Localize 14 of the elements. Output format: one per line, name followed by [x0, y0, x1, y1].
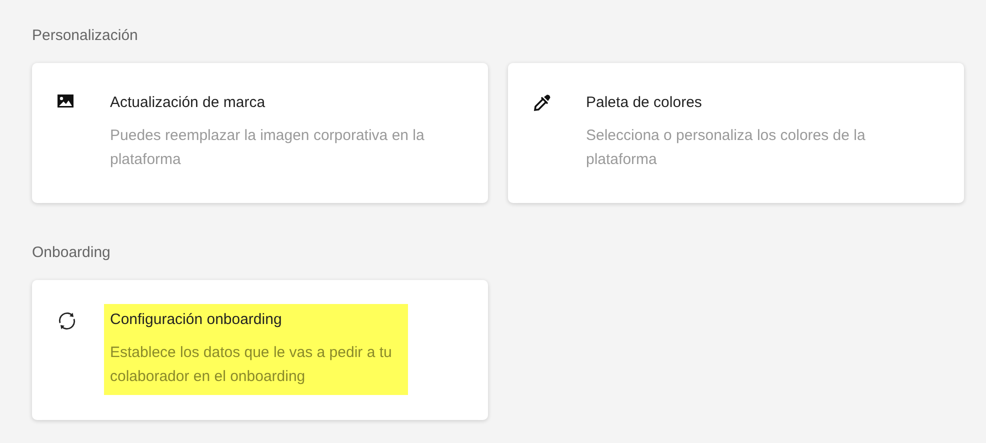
- card-description: Establece los datos que le vas a pedir a tu colaborador en el onboarding: [110, 343, 393, 387]
- settings-card[interactable]: Paleta de colores Selecciona o personaliza los colores de la plataforma: [508, 63, 964, 203]
- settings-card[interactable]: Actualización de marca Puedes reemplazar la imagen corporativa en la plataforma: [32, 63, 488, 203]
- eyedropper-icon: [533, 94, 551, 112]
- card-title: Actualización de marca: [110, 93, 266, 113]
- settings-card[interactable]: Configuración onboarding Establece los datos que le vas a pedir a tu colaborador en el onboarding: [32, 280, 488, 420]
- section-title: Personalización: [32, 26, 139, 46]
- card-description: Puedes reemplazar la imagen corporativa en la plataforma: [110, 126, 426, 170]
- image-icon: [57, 94, 74, 108]
- section-title: Onboarding: [32, 243, 112, 263]
- sync-icon: [57, 311, 77, 331]
- card-description: Selecciona o personaliza los colores de la plataforma: [586, 126, 866, 170]
- card-title: Configuración onboarding: [110, 310, 283, 330]
- card-title: Paleta de colores: [586, 93, 703, 113]
